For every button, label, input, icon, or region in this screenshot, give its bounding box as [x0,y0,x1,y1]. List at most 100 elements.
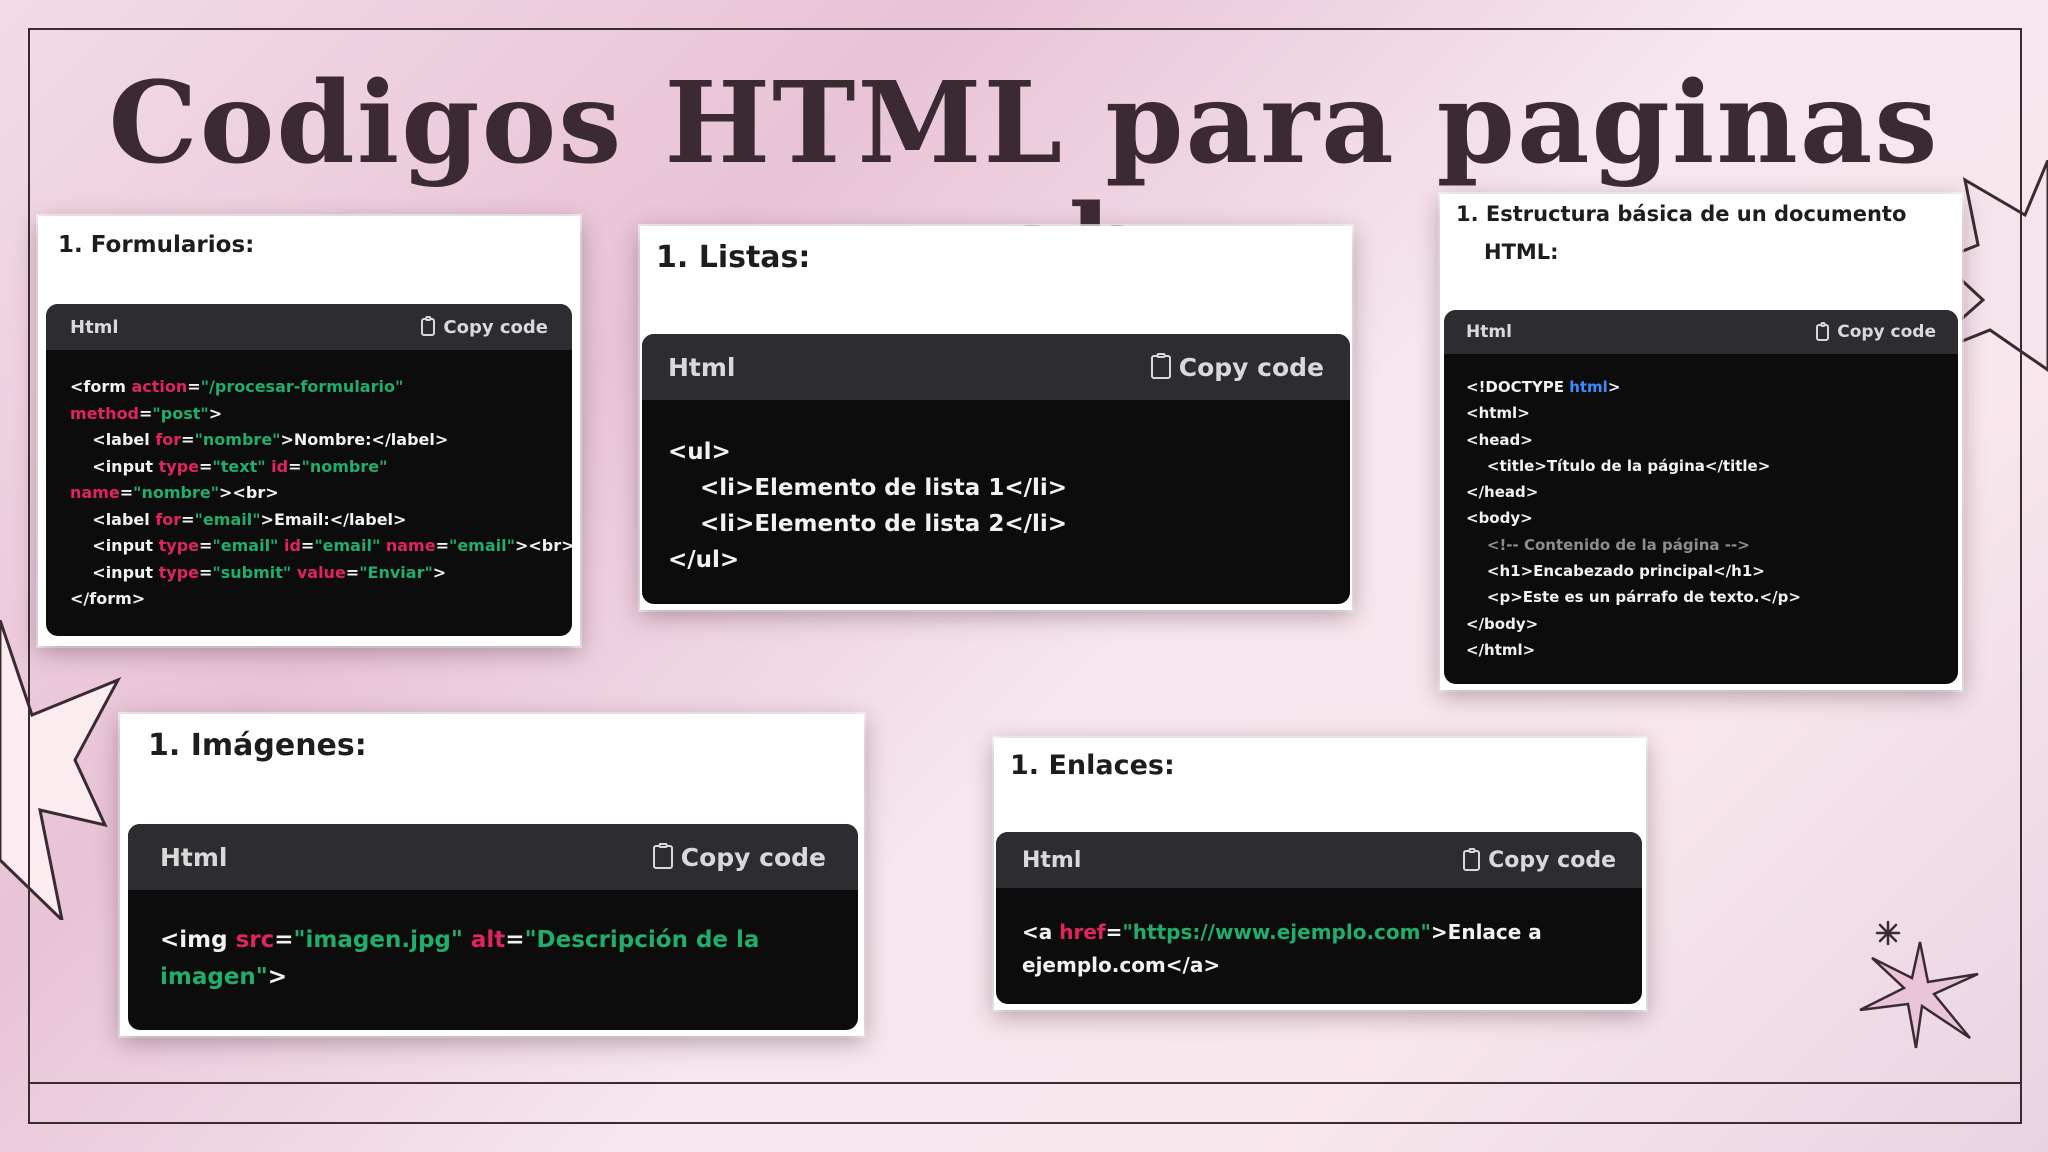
code-text-token: <input [70,536,159,555]
language-label: Html [160,842,228,872]
code-line: <a href="https://www.ejemplo.com">Enlace… [1022,916,1542,949]
code-value-token: "nombre" [301,456,388,476]
code-text-token: = [199,562,213,582]
code-attribute-token: name [70,483,120,502]
code-block-header: Html Copy code [642,334,1350,400]
code-attribute-token: type [158,456,200,476]
code-attribute-token: method [70,403,140,423]
code-text-token: <input [70,562,159,582]
code-text-token: > [208,403,223,423]
copy-code-button[interactable]: Copy code [421,317,548,338]
code-line: imagen"> [160,959,759,996]
code-text-token: <h1>Encabezado principal</h1> [1466,562,1765,581]
code-text-token: >Email:</label> [260,509,407,529]
code-block-header: Html Copy code [46,304,572,350]
code-block: Html Copy code <img src="imagen.jpg" alt… [128,824,858,1030]
code-text-token: <label [70,430,156,449]
code-text-token: = [139,403,153,423]
code-block-header: Html Copy code [1444,310,1958,354]
code-line: </head> [1466,479,1801,505]
code-line: <li>Elemento de lista 1</li> [668,470,1067,506]
code-text-token: </body> [1466,614,1539,633]
card-formularios: 1. Formularios: Html Copy code <form act… [38,216,580,646]
clipboard-icon [1150,355,1171,379]
code-attribute-token: id [283,536,301,555]
code-text-token: <img [160,927,236,953]
code-text-token: > [432,562,447,582]
code-line: method="post"> [70,401,572,428]
code-value-token: "submit" [212,562,292,582]
code-value-token: "text" [212,456,266,476]
clipboard-icon [652,845,673,869]
code-attribute-token: action [131,377,188,396]
card-heading: 1. Listas: [656,240,811,275]
card-heading: HTML: [1484,240,1559,264]
code-text-token: <li>Elemento de lista 2</li> [668,511,1068,537]
code-text-token: = [1105,920,1123,944]
code-value-token: "email" [212,536,279,555]
code-line: name="nombre"><br> [70,480,572,507]
copy-code-label: Copy code [443,316,548,338]
code-line: <!-- Contenido de la página --> [1466,532,1801,558]
code-text-token: <!DOCTYPE [1466,378,1570,396]
code-line: <li>Elemento de lista 2</li> [668,506,1067,542]
code-text-token: <label [70,509,156,529]
code-value-token: "Descripción de la [524,927,760,953]
copy-code-button[interactable]: Copy code [1150,353,1324,382]
code-text-token: = [300,536,315,555]
code-line: <label for="email">Email:</label> [70,507,572,534]
code-line: <title>Título de la página</title> [1466,453,1801,479]
code-block-header: Html Copy code [996,832,1642,888]
code-text-token: <html> [1466,404,1530,423]
code-text-token: </html> [1466,640,1536,659]
code-text-token: = [181,509,195,529]
card-estructura: 1. Estructura básica de un documento HTM… [1440,194,1962,690]
card-heading: 1. Imágenes: [148,728,367,763]
code-line: <h1>Encabezado principal</h1> [1466,558,1801,584]
code-content: <!DOCTYPE html> <html> <head> <title>Títul… [1466,374,1801,663]
code-text-token: <title>Título de la página</title> [1466,456,1771,475]
code-line: <label for="nombre">Nombre:</label> [70,427,572,454]
code-text-token: ><br> [219,483,279,502]
code-text-token: <a [1022,920,1060,944]
code-text-token: <ul> [668,439,731,465]
code-text-token: = [181,430,195,449]
code-keyword-token: html [1569,378,1608,396]
slide-bottom-band [28,1080,2022,1124]
language-label: Html [1466,322,1512,342]
code-text-token: = [505,927,525,953]
code-value-token: "post" [152,403,209,423]
code-value-token: "imagen.jpg" [293,927,463,953]
code-text-token: </form> [70,589,146,608]
code-content: <ul> <li>Elemento de lista 1</li> <li>El… [668,434,1067,578]
code-text-token: <input [70,456,159,476]
code-block: Html Copy code <!DOCTYPE html> <html> <hea… [1444,310,1958,684]
code-line: <p>Este es un párrafo de texto.</p> [1466,584,1801,610]
code-line: <body> [1466,505,1801,531]
copy-code-button[interactable]: Copy code [652,843,826,872]
code-line: </ul> [668,542,1067,578]
clipboard-icon [421,318,436,336]
code-line: <input type="email" id="email" name="ema… [70,533,572,560]
code-line: </form> [70,586,572,613]
code-comment-token: <!-- Contenido de la página --> [1466,535,1750,554]
code-content: <form action="/procesar-formulario" metho… [70,374,572,613]
code-value-token: "email" [448,536,515,555]
code-text-token: >Nombre:</label> [280,430,449,449]
clipboard-icon [1463,849,1481,871]
code-attribute-token: alt [470,927,506,953]
code-value-token: imagen" [160,964,268,990]
code-text-token: = [199,536,213,555]
code-text-token: = [199,456,213,476]
code-value-token: "nombre" [194,430,281,449]
code-line: </body> [1466,611,1801,637]
code-block: Html Copy code <ul> <li>Elemento de list… [642,334,1350,604]
code-attribute-token: href [1059,920,1106,944]
code-text-token: <p>Este es un párrafo de texto.</p> [1466,588,1801,607]
clipboard-icon [1816,323,1830,341]
copy-code-button[interactable]: Copy code [1816,322,1936,342]
card-enlaces: 1. Enlaces: Html Copy code <a href="http… [994,738,1646,1010]
copy-code-button[interactable]: Copy code [1463,848,1616,873]
code-line: </html> [1466,637,1801,663]
code-attribute-token: name [385,536,436,555]
